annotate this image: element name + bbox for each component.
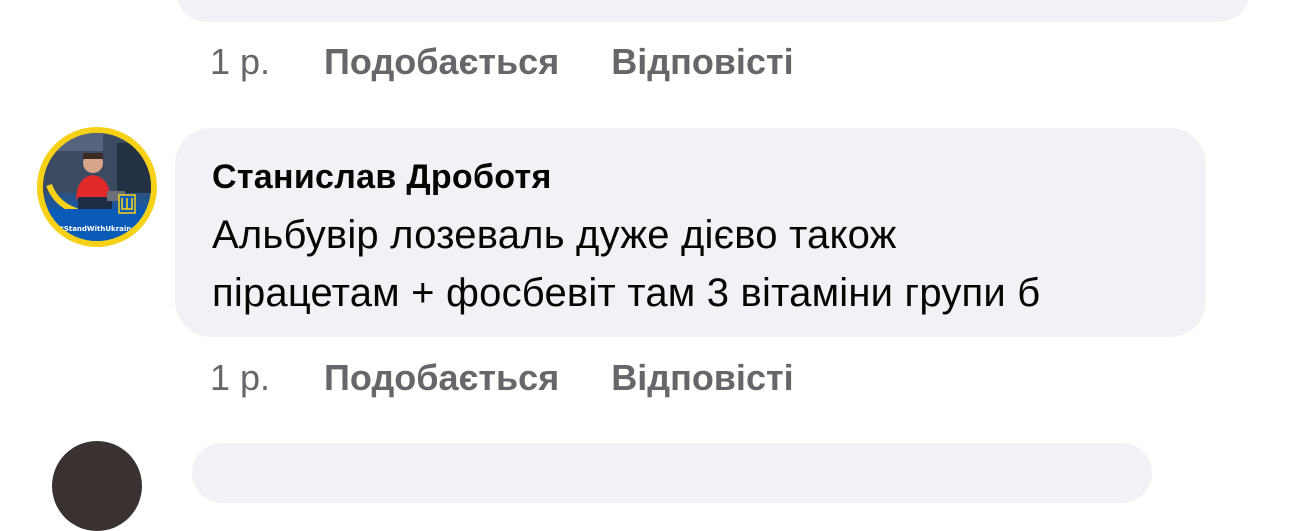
like-button[interactable]: Подобається (324, 44, 559, 80)
comment-timestamp[interactable]: 1 р. (210, 44, 270, 80)
comment-author[interactable]: Станислав Дроботя (212, 158, 552, 197)
avatar-photo: #StandWithUkraine (43, 133, 151, 241)
comment-text: Альбувір лозеваль дуже дієво також пірац… (212, 206, 1182, 322)
next-comment-bubble (192, 443, 1152, 503)
avatar[interactable]: #StandWithUkraine (37, 127, 157, 247)
comment-bubble: Станислав Дроботя Альбувір лозеваль дуже… (175, 128, 1206, 337)
comment-actions: 1 р. Подобається Відповісті (210, 360, 846, 396)
comment-text-line: пірацетам + фосбевіт там 3 вітаміни груп… (212, 271, 1041, 315)
comment-timestamp[interactable]: 1 р. (210, 360, 270, 396)
comment-text-line: Альбувір лозеваль дуже дієво також (212, 213, 897, 257)
reply-button[interactable]: Відповісті (611, 360, 793, 396)
like-button[interactable]: Подобається (324, 360, 559, 396)
reply-button[interactable]: Відповісті (611, 44, 793, 80)
avatar-badge-text: #StandWithUkraine (57, 225, 137, 233)
previous-comment-actions: 1 р. Подобається Відповісті (210, 44, 846, 80)
next-comment-avatar[interactable] (52, 441, 142, 531)
previous-comment-bubble (176, 0, 1250, 22)
